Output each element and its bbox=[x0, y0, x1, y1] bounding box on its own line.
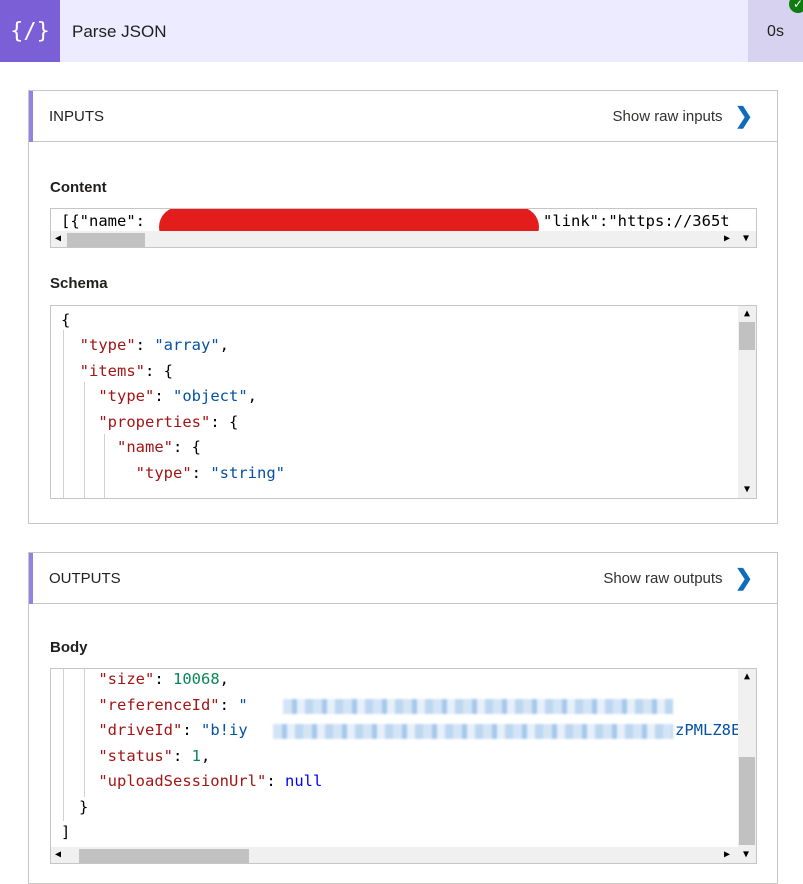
content-hscrollbar[interactable]: ◀ ▶ ▼ bbox=[51, 231, 756, 247]
schema-vscroll-thumb[interactable] bbox=[739, 322, 755, 350]
blurred-value bbox=[283, 699, 673, 714]
braces-icon: {∕} bbox=[0, 0, 60, 62]
section-accent-bar bbox=[29, 553, 33, 604]
schema-line: "type": "array", bbox=[79, 336, 230, 354]
indent-guide bbox=[84, 382, 85, 498]
inputs-card-header: INPUTS Show raw inputs ❯ bbox=[29, 91, 777, 142]
content-label: Content bbox=[50, 179, 107, 196]
schema-box[interactable]: { "type": "array", "items": { "type": "o… bbox=[50, 305, 757, 499]
show-raw-outputs-label: Show raw outputs bbox=[603, 569, 723, 587]
body-line-size: "size": 10068, bbox=[98, 670, 230, 688]
body-line-drive: "driveId": "b!iy bbox=[98, 721, 248, 739]
duration-box: 0s ✓ bbox=[748, 0, 803, 62]
body-hscrollbar[interactable]: ◀ ▶ ▼ bbox=[51, 847, 756, 863]
outputs-section-label: OUTPUTS bbox=[49, 570, 121, 587]
body-box[interactable]: "size": 10068, "referenceId": " "driveId… bbox=[50, 668, 757, 864]
chevron-right-icon: ❯ bbox=[734, 103, 753, 128]
schema-line: "items": { bbox=[79, 362, 173, 380]
scroll-left-icon[interactable]: ◀ bbox=[51, 231, 65, 247]
scroll-down-icon[interactable]: ▼ bbox=[739, 231, 753, 247]
scroll-left-icon[interactable]: ◀ bbox=[51, 847, 65, 863]
upload-value: null bbox=[284, 772, 323, 790]
scroll-down-icon[interactable]: ▼ bbox=[738, 482, 756, 498]
content-box[interactable]: [{"name": "link":"https://365t ◀ ▶ ▼ bbox=[50, 208, 757, 248]
action-header[interactable]: {∕} Parse JSON 0s ✓ bbox=[0, 0, 803, 62]
body-line-reference: "referenceId": " bbox=[98, 696, 248, 714]
inputs-section-label: INPUTS bbox=[49, 108, 105, 125]
indent-guide bbox=[84, 669, 85, 797]
show-raw-inputs-label: Show raw inputs bbox=[612, 107, 723, 125]
reference-value: " bbox=[238, 696, 248, 714]
schema-vscrollbar[interactable]: ▲ ▼ bbox=[738, 306, 756, 498]
blurred-value bbox=[273, 724, 673, 739]
show-raw-outputs-link[interactable]: Show raw outputs ❯ bbox=[603, 553, 753, 603]
close-object: } bbox=[79, 798, 89, 816]
action-title: Parse JSON bbox=[72, 22, 167, 41]
close-array: ] bbox=[61, 823, 71, 841]
schema-line: "type": "string" bbox=[135, 464, 285, 482]
outputs-card: OUTPUTS Show raw outputs ❯ Body "size": … bbox=[28, 552, 778, 884]
body-line-upload: "uploadSessionUrl": null bbox=[98, 772, 323, 790]
body-hscroll-thumb[interactable] bbox=[79, 849, 249, 863]
scroll-right-icon[interactable]: ▶ bbox=[720, 231, 734, 247]
indent-guide bbox=[63, 330, 64, 498]
section-accent-bar bbox=[29, 91, 33, 142]
body-vscroll-thumb[interactable] bbox=[739, 757, 755, 845]
schema-label: Schema bbox=[50, 275, 108, 292]
outputs-card-header: OUTPUTS Show raw outputs ❯ bbox=[29, 553, 777, 604]
body-label: Body bbox=[50, 639, 88, 656]
status-key: "status" bbox=[98, 747, 173, 765]
inputs-card: INPUTS Show raw inputs ❯ Content [{"name… bbox=[28, 90, 778, 524]
size-value: 10068 bbox=[173, 670, 220, 688]
status-value: 1 bbox=[191, 747, 201, 765]
schema-line: "type": "object", bbox=[98, 387, 257, 405]
indent-guide bbox=[63, 669, 64, 821]
scroll-up-icon[interactable]: ▲ bbox=[738, 306, 756, 322]
content-hscroll-thumb[interactable] bbox=[67, 233, 145, 247]
drive-key: "driveId" bbox=[98, 721, 183, 739]
show-raw-inputs-link[interactable]: Show raw inputs ❯ bbox=[613, 91, 754, 141]
indent-guide bbox=[104, 434, 105, 498]
scroll-down-icon[interactable]: ▼ bbox=[739, 847, 753, 863]
schema-line: "name": { bbox=[117, 438, 201, 456]
body-vscrollbar[interactable]: ▲ bbox=[738, 669, 756, 847]
upload-key: "uploadSessionUrl" bbox=[98, 772, 267, 790]
scroll-up-icon[interactable]: ▲ bbox=[738, 669, 756, 685]
chevron-right-icon: ❯ bbox=[734, 565, 753, 590]
drive-value: "b!iy bbox=[201, 721, 248, 739]
size-key: "size" bbox=[98, 670, 155, 688]
schema-line: "properties": { bbox=[98, 413, 239, 431]
reference-key: "referenceId" bbox=[98, 696, 220, 714]
scroll-right-icon[interactable]: ▶ bbox=[720, 847, 734, 863]
